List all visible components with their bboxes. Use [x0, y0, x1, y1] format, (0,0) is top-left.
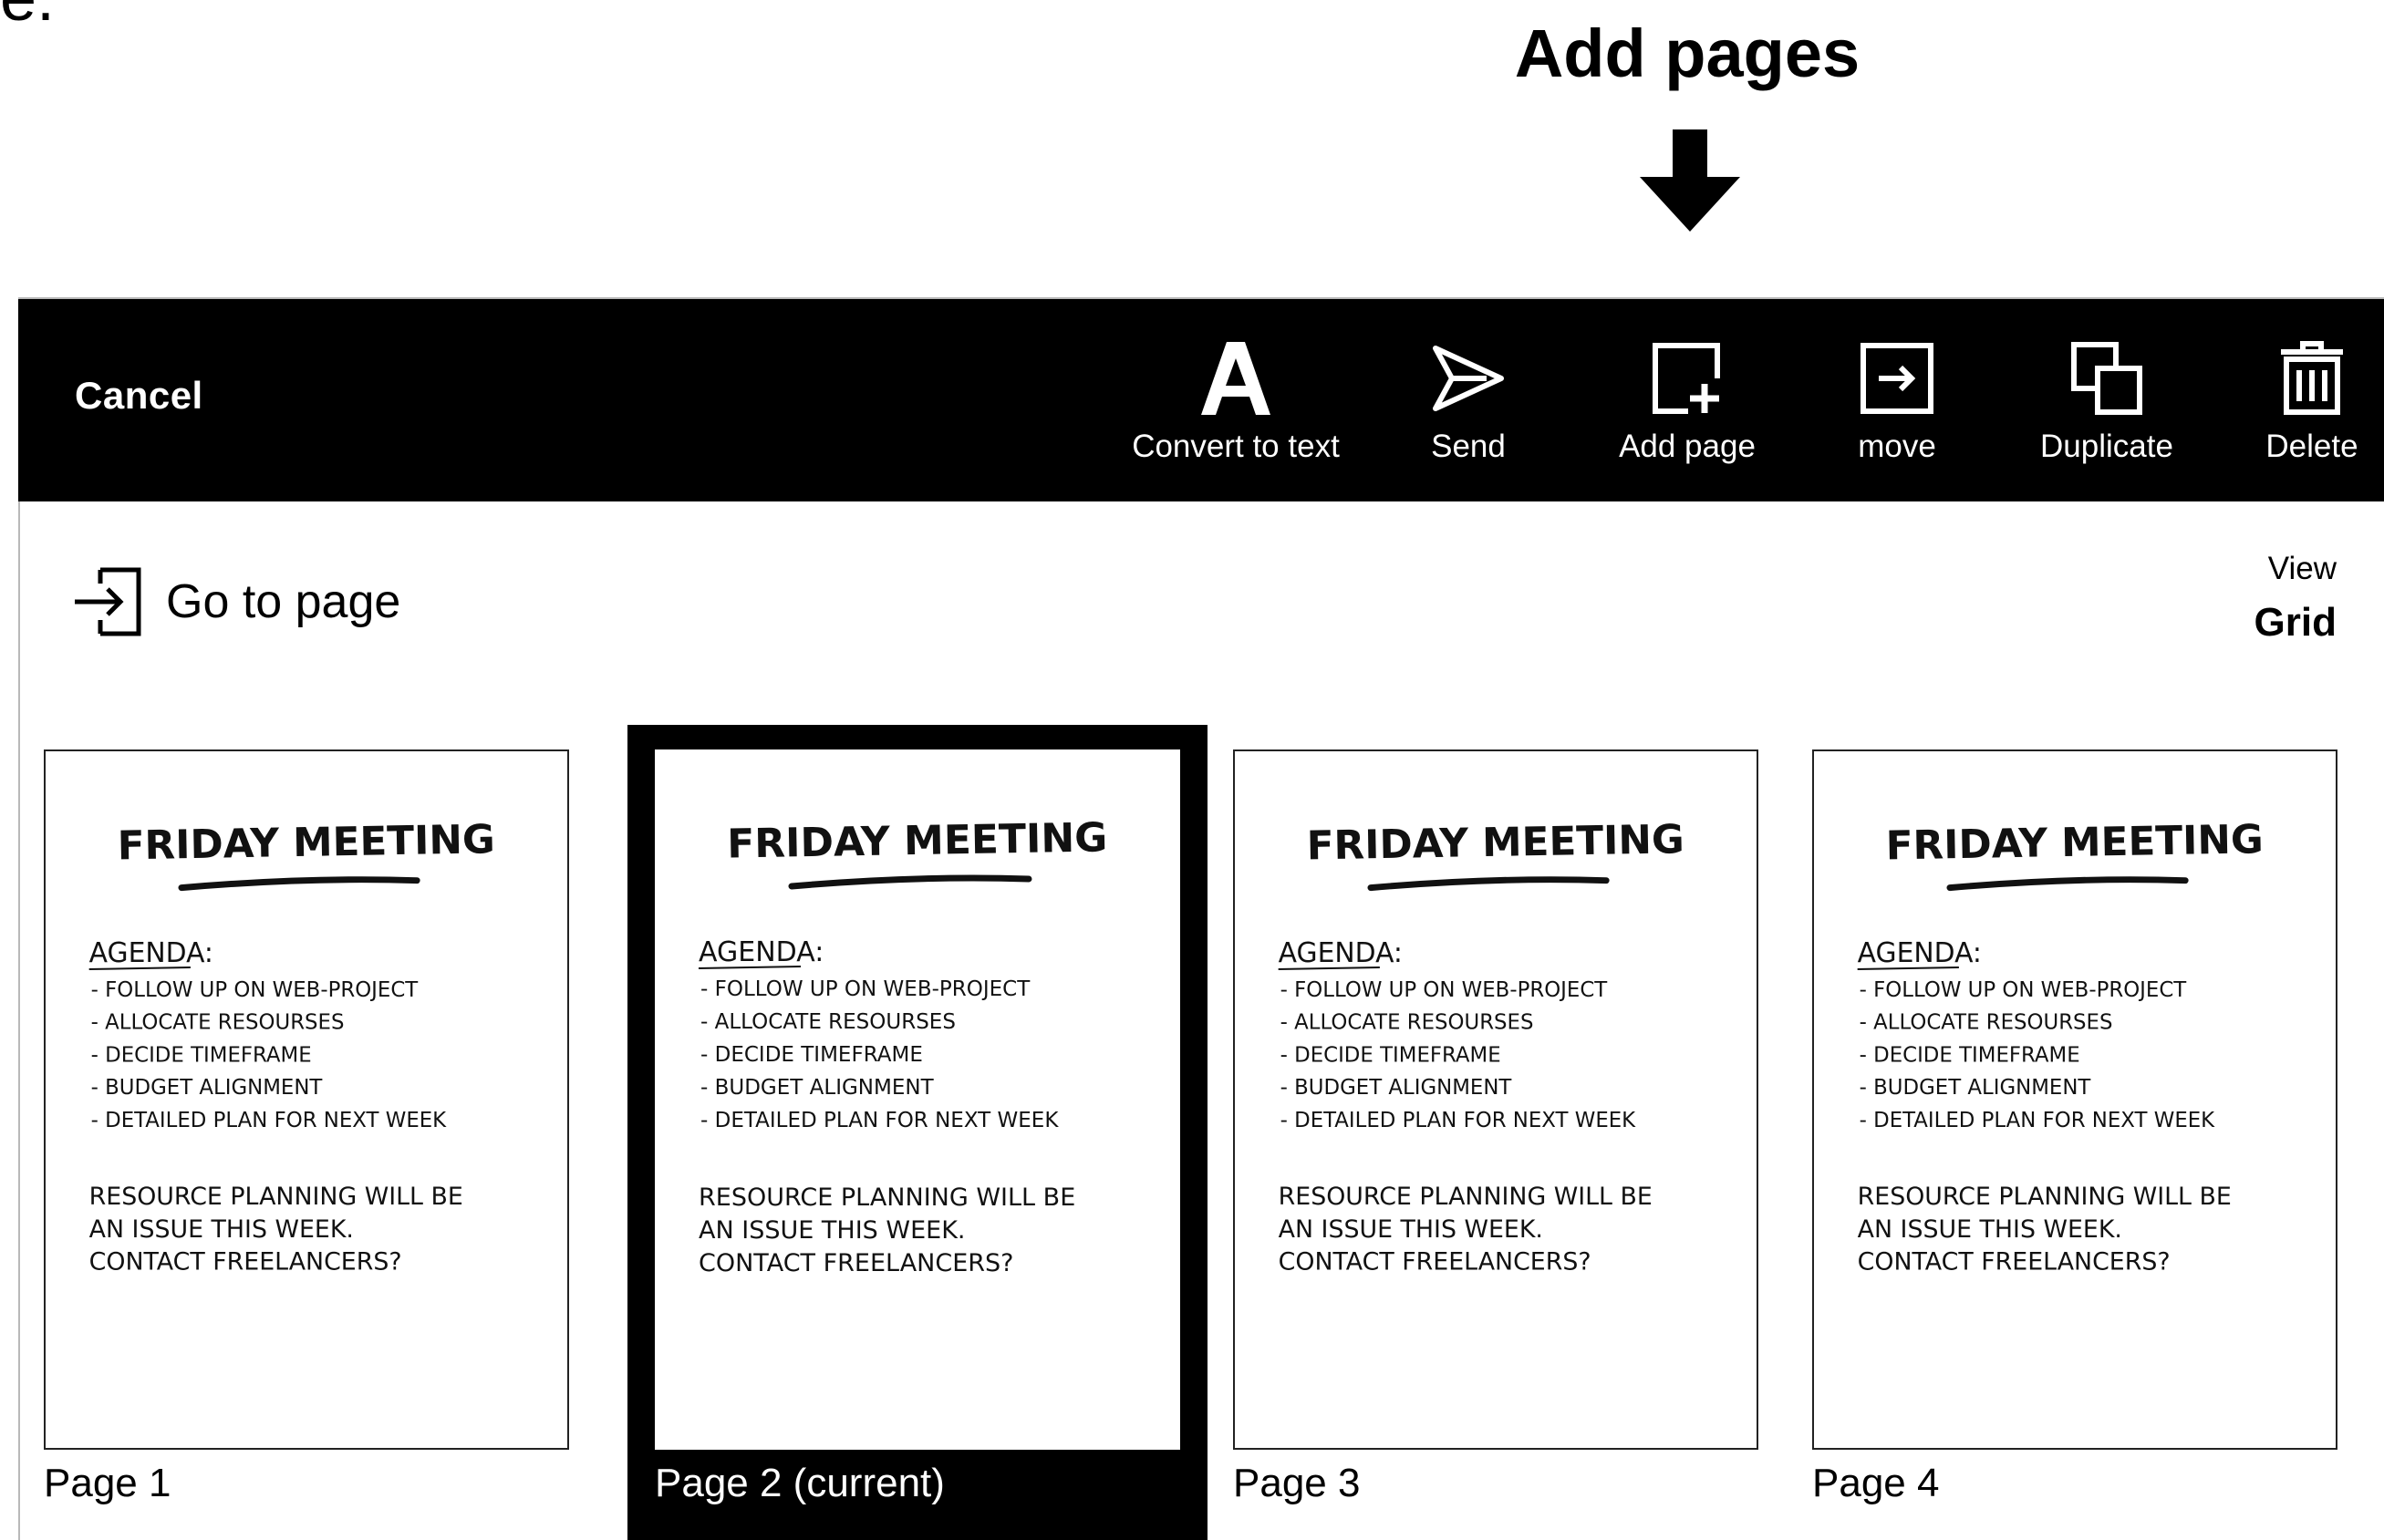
handwritten-note: FRIDAY MEETING AGENDA: - FOLLOW UP ON WEB-…	[1278, 816, 1684, 1276]
agenda-item: - FOLLOW UP ON WEB-PROJECT	[700, 977, 1031, 1001]
note-paragraph-line: CONTACT FREELANCERS?	[1279, 1248, 1591, 1276]
move-label: move	[1858, 429, 1936, 464]
page-label: Page 4	[1812, 1461, 1940, 1505]
duplicate-button[interactable]: Duplicate	[2016, 328, 2198, 492]
go-to-page-label: Go to page	[166, 575, 401, 628]
agenda-heading: AGENDA:	[1858, 937, 1982, 969]
note-paragraph-line: RESOURCE PLANNING WILL BE	[1279, 1183, 1653, 1211]
agenda-heading: AGENDA:	[699, 936, 824, 968]
page-thumbnail[interactable]: FRIDAY MEETING AGENDA: - FOLLOW UP ON WEB-…	[655, 749, 1180, 1450]
note-title: FRIDAY MEETING	[117, 816, 495, 869]
page-thumbnail[interactable]: FRIDAY MEETING AGENDA: - FOLLOW UP ON WEB-…	[1812, 749, 2337, 1450]
page-label: Page 2 (current)	[655, 1461, 945, 1505]
agenda-item: - ALLOCATE RESOURSES	[1860, 1011, 2113, 1035]
handwritten-note: FRIDAY MEETING AGENDA: - FOLLOW UP ON WEB-…	[698, 814, 1108, 1277]
add-page-button[interactable]: Add page	[1605, 328, 1769, 492]
note-title: FRIDAY MEETING	[1885, 816, 2264, 869]
agenda-item: - BUDGET ALIGNMENT	[1280, 1076, 1513, 1100]
view-label: View	[2267, 551, 2337, 586]
add-page-icon	[1653, 343, 1720, 414]
note-title: FRIDAY MEETING	[727, 814, 1108, 867]
duplicate-icon	[2071, 342, 2142, 415]
agenda-item: - BUDGET ALIGNMENT	[91, 1076, 324, 1100]
agenda-item: - BUDGET ALIGNMENT	[700, 1076, 935, 1100]
agenda-item: - FOLLOW UP ON WEB-PROJECT	[1860, 978, 2188, 1002]
note-paragraph-line: CONTACT FREELANCERS?	[1858, 1248, 2171, 1276]
note-title: FRIDAY MEETING	[1306, 816, 1684, 869]
handwritten-note: FRIDAY MEETING AGENDA: - FOLLOW UP ON WEB-…	[1857, 816, 2264, 1276]
convert-to-text-label: Convert to text	[1132, 429, 1340, 464]
view-value: Grid	[2254, 600, 2337, 645]
handwritten-note: FRIDAY MEETING AGENDA: - FOLLOW UP ON WEB-…	[88, 816, 495, 1276]
note-paragraph-line: AN ISSUE THIS WEEK.	[1279, 1215, 1543, 1244]
note-paragraph-line: CONTACT FREELANCERS?	[699, 1249, 1014, 1277]
send-label: Send	[1431, 429, 1506, 464]
agenda-item: - DECIDE TIMEFRAME	[1860, 1043, 2080, 1067]
enter-arrow-icon	[75, 567, 141, 636]
callout-title: Add pages	[1514, 16, 1861, 91]
add-page-label: Add page	[1619, 429, 1756, 464]
title-underline	[1946, 876, 2189, 892]
delete-label: Delete	[2265, 429, 2358, 464]
title-underline	[178, 876, 420, 892]
page-thumbnail[interactable]: FRIDAY MEETING AGENDA: - FOLLOW UP ON WEB-…	[44, 749, 569, 1450]
note-paragraph-line: RESOURCE PLANNING WILL BE	[89, 1183, 463, 1211]
move-button[interactable]: move	[1833, 328, 1961, 492]
agenda-item: - DECIDE TIMEFRAME	[700, 1043, 923, 1067]
agenda-item: - DECIDE TIMEFRAME	[1280, 1043, 1501, 1067]
title-underline	[1367, 876, 1610, 892]
agenda-item: - FOLLOW UP ON WEB-PROJECT	[1280, 978, 1609, 1002]
trash-icon	[2281, 341, 2343, 415]
agenda-heading: AGENDA:	[89, 937, 213, 969]
agenda-item: - DETAILED PLAN FOR NEXT WEEK	[1860, 1109, 2216, 1132]
note-paragraph-line: CONTACT FREELANCERS?	[89, 1248, 402, 1276]
toolbar: Cancel Convert to text Send Add page mov…	[18, 299, 2384, 501]
page-thumbnail[interactable]: FRIDAY MEETING AGENDA: - FOLLOW UP ON WEB-…	[1233, 749, 1758, 1450]
agenda-item: - DETAILED PLAN FOR NEXT WEEK	[700, 1109, 1059, 1132]
note-paragraph-line: AN ISSUE THIS WEEK.	[89, 1215, 354, 1244]
title-underline	[788, 874, 1032, 890]
duplicate-label: Duplicate	[2040, 429, 2173, 464]
note-paragraph-line: RESOURCE PLANNING WILL BE	[699, 1183, 1075, 1212]
delete-button[interactable]: Delete	[2244, 328, 2380, 492]
agenda-item: - DECIDE TIMEFRAME	[91, 1043, 312, 1067]
agenda-item: - DETAILED PLAN FOR NEXT WEEK	[91, 1109, 448, 1132]
agenda-item: - ALLOCATE RESOURSES	[1280, 1011, 1534, 1035]
convert-to-text-button[interactable]: Convert to text	[1131, 328, 1341, 492]
go-to-page-button[interactable]: Go to page	[73, 567, 400, 636]
agenda-item: - DETAILED PLAN FOR NEXT WEEK	[1280, 1109, 1637, 1132]
agenda-item: - ALLOCATE RESOURSES	[91, 1011, 345, 1035]
paper-plane-icon	[1433, 346, 1504, 411]
move-arrow-icon	[1861, 343, 1933, 414]
agenda-item: - FOLLOW UP ON WEB-PROJECT	[91, 978, 420, 1002]
note-paragraph-line: AN ISSUE THIS WEEK.	[699, 1216, 965, 1245]
note-paragraph-line: AN ISSUE THIS WEEK.	[1858, 1215, 2122, 1244]
figure-letter: e.	[0, 0, 55, 31]
page-label: Page 3	[1233, 1461, 1361, 1505]
page-label: Page 1	[44, 1461, 171, 1505]
letter-a-icon	[1201, 342, 1270, 415]
down-arrow-icon	[1640, 129, 1740, 232]
agenda-heading: AGENDA:	[1279, 937, 1403, 969]
note-paragraph-line: RESOURCE PLANNING WILL BE	[1858, 1183, 2232, 1211]
agenda-item: - BUDGET ALIGNMENT	[1860, 1076, 2092, 1100]
send-button[interactable]: Send	[1404, 328, 1532, 492]
agenda-item: - ALLOCATE RESOURSES	[700, 1010, 956, 1034]
view-selector[interactable]: View Grid	[2254, 551, 2337, 646]
cancel-button[interactable]: Cancel	[75, 374, 203, 418]
